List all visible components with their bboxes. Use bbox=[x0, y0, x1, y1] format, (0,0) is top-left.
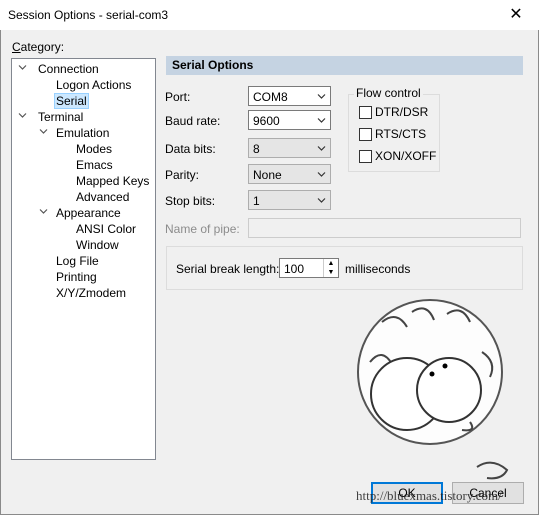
serial-break-spinner[interactable]: 100 ▲ ▼ bbox=[279, 258, 339, 278]
chevron-down-icon bbox=[317, 94, 326, 99]
port-select[interactable]: COM8 bbox=[248, 86, 331, 106]
tree-item-label: Appearance bbox=[56, 206, 121, 220]
close-button[interactable]: ✕ bbox=[493, 0, 539, 30]
tree-item-label: Window bbox=[76, 238, 119, 252]
tree-item-ansi-color[interactable]: ANSI Color bbox=[74, 221, 138, 237]
data-bits-select[interactable]: 8 bbox=[248, 138, 331, 158]
flow-control-title: Flow control bbox=[354, 86, 423, 100]
port-value: COM8 bbox=[253, 90, 288, 104]
tree-item-label: Serial bbox=[54, 93, 89, 109]
tree-item-label: Modes bbox=[76, 142, 113, 156]
collapse-chevron-icon[interactable] bbox=[18, 111, 27, 120]
spin-down-icon[interactable]: ▼ bbox=[323, 268, 338, 277]
name-of-pipe-label: Name of pipe: bbox=[165, 222, 240, 236]
tree-item-window[interactable]: Window bbox=[74, 237, 121, 253]
watermark-logo bbox=[357, 299, 509, 480]
name-of-pipe-input[interactable] bbox=[248, 218, 521, 238]
tree-item-label: Connection bbox=[38, 62, 99, 76]
tree-item-label: Terminal bbox=[38, 110, 84, 124]
tree-item-serial[interactable]: Serial bbox=[54, 93, 89, 109]
serial-break-unit: milliseconds bbox=[345, 262, 411, 276]
chevron-down-icon bbox=[317, 198, 326, 203]
spin-up-icon[interactable]: ▲ bbox=[323, 259, 338, 268]
checkbox-box[interactable] bbox=[359, 150, 372, 164]
cancel-button[interactable]: Cancel bbox=[452, 482, 524, 504]
tree-item-label: ANSI Color bbox=[76, 222, 137, 236]
data-bits-value: 8 bbox=[253, 142, 260, 156]
data-bits-label: Data bits: bbox=[165, 142, 216, 156]
tree-item-xyzmodem[interactable]: X/Y/Zmodem bbox=[54, 285, 128, 301]
baud-rate-combo[interactable]: 9600 bbox=[248, 110, 331, 130]
ok-button[interactable]: OK bbox=[371, 482, 443, 504]
rts-cts-label: RTS/CTS bbox=[375, 127, 427, 141]
baud-rate-value: 9600 bbox=[253, 114, 280, 128]
tree-item-emacs[interactable]: Emacs bbox=[74, 157, 115, 173]
collapse-chevron-icon[interactable] bbox=[39, 127, 48, 136]
tree-item-connection[interactable]: Connection bbox=[18, 61, 101, 77]
window-title: Session Options - serial-com3 bbox=[8, 8, 169, 22]
tree-item-label: Advanced bbox=[76, 190, 130, 204]
port-label: Port: bbox=[165, 90, 191, 104]
serial-break-label: Serial break length: bbox=[176, 262, 280, 276]
collapse-chevron-icon[interactable] bbox=[39, 207, 48, 216]
parity-select[interactable]: None bbox=[248, 164, 331, 184]
title-bar: Session Options - serial-com3 ✕ bbox=[0, 0, 539, 30]
serial-break-value: 100 bbox=[284, 262, 305, 276]
tree-item-label: Printing bbox=[56, 270, 97, 284]
stop-bits-label: Stop bits: bbox=[165, 194, 216, 208]
parity-label: Parity: bbox=[165, 168, 200, 182]
tree-item-mapped-keys[interactable]: Mapped Keys bbox=[74, 173, 151, 189]
stop-bits-select[interactable]: 1 bbox=[248, 190, 331, 210]
tree-item-advanced[interactable]: Advanced bbox=[74, 189, 131, 205]
checkbox-box[interactable] bbox=[359, 106, 372, 120]
tree-item-label: Log File bbox=[56, 254, 99, 268]
category-label: Category: bbox=[12, 40, 65, 54]
category-tree[interactable]: Connection Logon Actions Serial Terminal… bbox=[11, 58, 156, 460]
tree-item-label: X/Y/Zmodem bbox=[56, 286, 127, 300]
tree-item-appearance[interactable]: Appearance bbox=[39, 205, 123, 221]
tree-item-label: Logon Actions bbox=[56, 78, 132, 92]
baud-rate-label: Baud rate: bbox=[165, 114, 221, 128]
chevron-down-icon bbox=[317, 146, 326, 151]
tree-item-logon-actions[interactable]: Logon Actions bbox=[54, 77, 133, 93]
tree-item-printing[interactable]: Printing bbox=[54, 269, 99, 285]
tree-item-label: Mapped Keys bbox=[76, 174, 150, 188]
dtr-dsr-label: DTR/DSR bbox=[375, 105, 429, 119]
panel-header: Serial Options bbox=[166, 56, 523, 75]
tree-item-terminal[interactable]: Terminal bbox=[18, 109, 85, 125]
chevron-down-icon bbox=[317, 172, 326, 177]
chevron-down-icon bbox=[317, 118, 326, 123]
rts-cts-checkbox[interactable]: RTS/CTS bbox=[359, 127, 427, 142]
tree-item-emulation[interactable]: Emulation bbox=[39, 125, 111, 141]
tree-item-label: Emulation bbox=[56, 126, 110, 140]
tree-item-log-file[interactable]: Log File bbox=[54, 253, 101, 269]
tree-item-modes[interactable]: Modes bbox=[74, 141, 114, 157]
checkbox-box[interactable] bbox=[359, 128, 372, 142]
stop-bits-value: 1 bbox=[253, 194, 260, 208]
collapse-chevron-icon[interactable] bbox=[18, 63, 27, 72]
dtr-dsr-checkbox[interactable]: DTR/DSR bbox=[359, 105, 429, 120]
xon-xoff-checkbox[interactable]: XON/XOFF bbox=[359, 149, 437, 164]
parity-value: None bbox=[253, 168, 282, 182]
tree-item-label: Emacs bbox=[76, 158, 113, 172]
xon-xoff-label: XON/XOFF bbox=[375, 149, 437, 163]
